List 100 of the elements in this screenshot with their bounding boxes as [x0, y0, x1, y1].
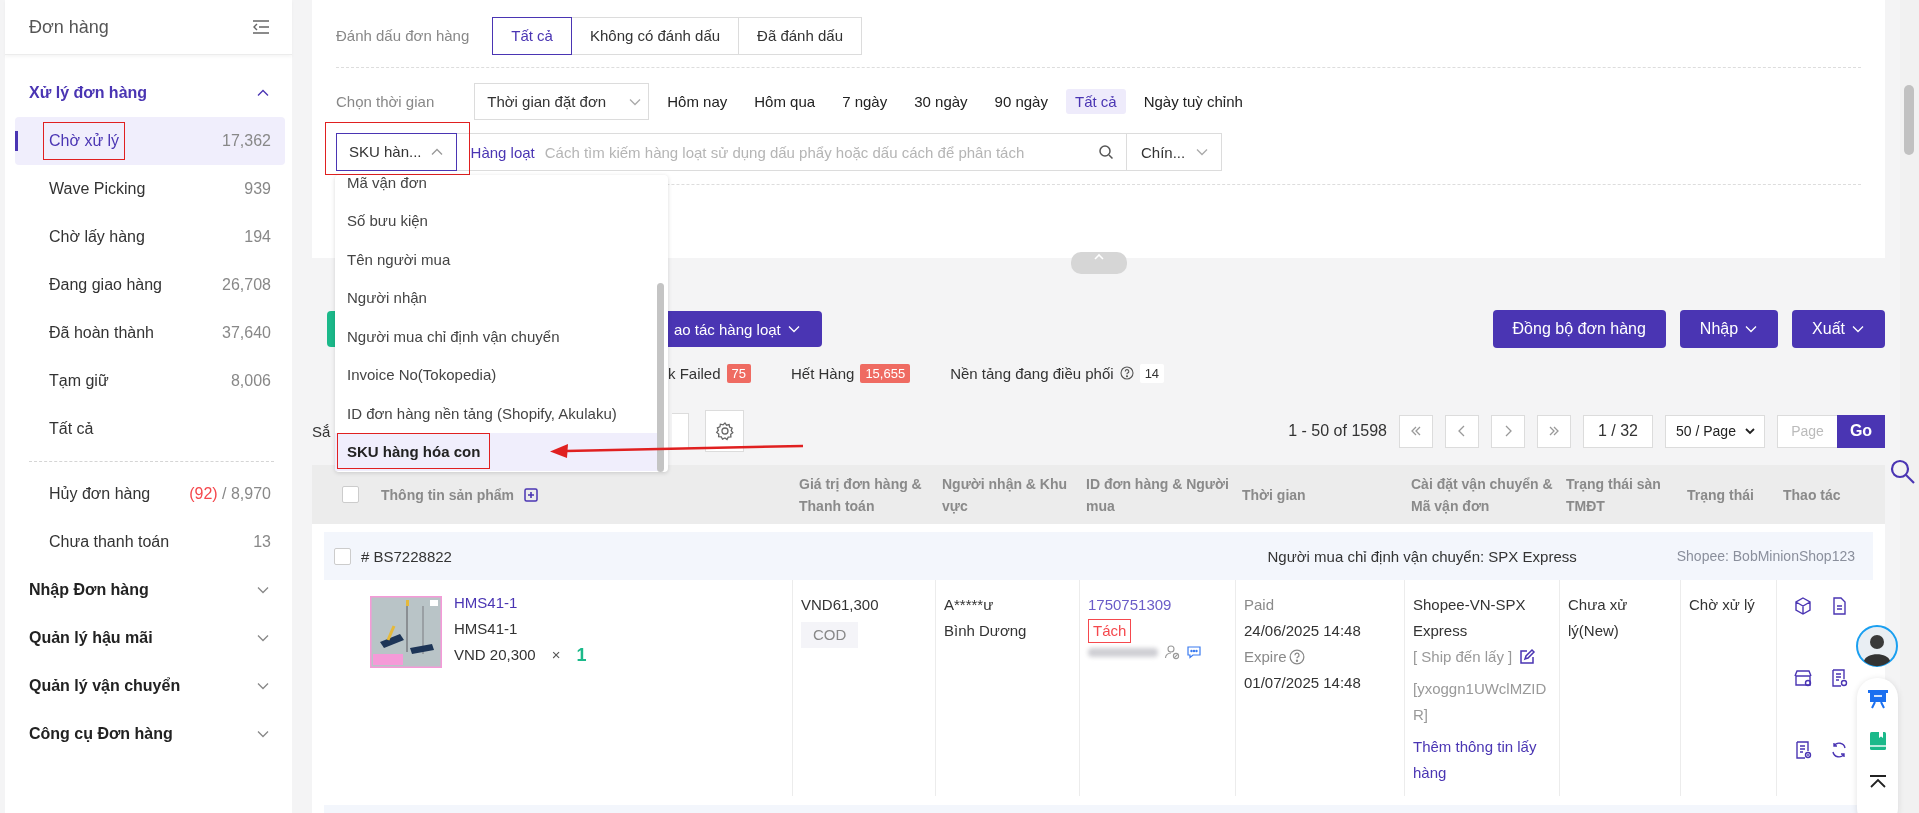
sidebar-item[interactable]: Chờ lấy hàng 194 — [15, 213, 285, 261]
column-header: Giá trị đơn hàng & Thanh toán — [799, 475, 922, 514]
toolbar-button[interactable]: Nhập — [1679, 310, 1779, 348]
column-header: Cài đặt vận chuyển & Mã vận đơn — [1411, 475, 1553, 514]
date-preset[interactable]: Ngày tuỳ chỉnh — [1134, 89, 1252, 114]
segment-button[interactable]: Không có đánh dấu — [570, 16, 740, 55]
order-checkbox[interactable] — [334, 547, 351, 565]
count-badge: 75 — [726, 363, 751, 383]
shop-name: Shopee: BobMinionShop123 — [1676, 548, 1855, 564]
list-document-icon[interactable] — [1829, 668, 1849, 688]
sidebar-item[interactable]: Tạm giữ 8,006 — [15, 357, 285, 405]
collapse-sidebar-icon[interactable] — [252, 19, 270, 35]
page-field[interactable]: Page — [1777, 414, 1837, 448]
support-avatar[interactable] — [1856, 625, 1898, 667]
search-icon[interactable] — [1098, 144, 1114, 160]
item-count: 194 — [244, 228, 271, 245]
item-count: 939 — [244, 180, 271, 197]
sidebar-item[interactable]: Đang giao hàng 26,708 — [15, 261, 285, 309]
recipient-name: A*****ư — [944, 595, 995, 615]
order-status: Chờ xử lý — [1689, 595, 1756, 615]
add-pickup-link[interactable]: Thêm thông tin lấy hàng — [1413, 734, 1551, 786]
dropdown-item[interactable]: Mã vận đơn — [335, 175, 658, 202]
toolbar-button[interactable]: Xuất — [1792, 310, 1885, 348]
sidebar-group[interactable]: Xử lý đơn hàng — [5, 69, 292, 117]
dropdown-item[interactable]: Tên người mua — [335, 240, 658, 279]
recipient-region: Bình Dương — [944, 621, 1028, 641]
date-preset[interactable]: Hôm qua — [745, 89, 825, 114]
dropdown-item[interactable]: SKU hàng hóa con — [335, 432, 658, 471]
tracking-number: [yxoggn1UWclMZIDR] — [1413, 679, 1548, 725]
sidebar-item[interactable]: Đã hoàn thành 37,640 — [15, 309, 285, 357]
match-select[interactable]: Chín... — [1126, 134, 1221, 170]
count-badge: 14 — [1139, 363, 1165, 383]
chevron-down-icon — [1744, 425, 1756, 437]
dropdown-item[interactable]: Invoice No(Tokopedia) — [335, 355, 658, 394]
store-icon[interactable] — [1793, 668, 1813, 688]
sidebar-group[interactable]: Công cụ Đơn hàng — [5, 710, 292, 758]
batch-search-link[interactable]: Hàng loạt — [470, 143, 535, 161]
quantity: 1 — [576, 644, 587, 667]
item-count: / 8,970 — [222, 485, 271, 502]
settings-button[interactable] — [705, 410, 745, 452]
order-total: VND61,300 — [801, 595, 880, 615]
item-count: 8,006 — [230, 372, 271, 389]
sidebar-group[interactable]: Quản lý vận chuyển — [5, 662, 292, 710]
time-type-select[interactable]: Thời gian đặt đơn — [474, 83, 650, 120]
sidebar-group[interactable]: Nhập Đơn hàng — [5, 566, 292, 614]
expand-plus-icon[interactable] — [524, 487, 538, 502]
search-icon[interactable] — [1889, 458, 1917, 486]
paid-time: 24/06/2025 14:48 — [1244, 621, 1362, 641]
date-preset[interactable]: 30 ngày — [905, 89, 977, 114]
order-number: # BS7228822 — [361, 547, 452, 565]
double-chevron-icon — [1409, 424, 1423, 438]
report-icon[interactable] — [1793, 740, 1813, 760]
sidebar-group[interactable]: Quản lý hậu mãi — [5, 614, 292, 662]
redacted-text — [1088, 647, 1158, 657]
platform-status: Chưa xử lý(New) — [1568, 595, 1629, 641]
sidebar-title: Đơn hàng — [29, 16, 109, 38]
edit-icon[interactable] — [1518, 648, 1537, 666]
toolbar-button[interactable]: Đồng bộ đơn hàng — [1492, 310, 1666, 348]
go-button[interactable]: Go — [1837, 414, 1885, 448]
user-icon[interactable] — [1164, 644, 1180, 660]
carrier-name: Shopee-VN-SPX Express — [1413, 595, 1527, 641]
product-sku: HMS41-1 — [454, 619, 519, 639]
item-count: 17,362 — [222, 132, 271, 149]
page-indicator: 1 / 32 — [1583, 414, 1653, 448]
chevron-up-icon — [1092, 252, 1106, 262]
page-size-select[interactable]: 50 / Page — [1665, 414, 1765, 448]
sidebar-item[interactable]: Wave Picking 939 — [15, 165, 285, 213]
item-count: 37,640 — [222, 324, 271, 341]
date-preset[interactable]: 7 ngày — [833, 89, 897, 114]
sidebar-item[interactable]: Chưa thanh toán 13 — [15, 518, 285, 566]
help-icon — [1119, 366, 1134, 380]
presentation-icon[interactable] — [1866, 688, 1889, 710]
scrollbar[interactable] — [1900, 0, 1919, 813]
multiply-sign: × — [551, 645, 561, 665]
status-tab[interactable]: k Failed 75 — [668, 363, 751, 383]
date-preset[interactable]: 90 ngày — [985, 89, 1057, 114]
product-link[interactable]: HMS41-1 — [454, 590, 587, 616]
dropdown-item[interactable]: ID đơn hàng nền tảng (Shopify, Akulaku) — [335, 394, 658, 433]
segment-button[interactable]: Tất cả — [492, 16, 572, 55]
platform-order-id[interactable]: 1750751309 — [1088, 592, 1227, 618]
column-header: Trạng thái sàn TMĐT — [1566, 475, 1661, 514]
settings-icon — [714, 421, 735, 441]
status-tab[interactable]: Nền tảng đang điều phối 14 — [950, 363, 1165, 383]
column-header: Người nhận & Khu vực — [942, 475, 1068, 514]
date-preset[interactable]: Hôm nay — [658, 89, 737, 114]
sidebar-item[interactable]: Tất cả — [15, 405, 285, 453]
refresh-icon[interactable] — [1829, 740, 1849, 760]
double-chevron-icon — [1547, 424, 1561, 438]
sidebar-item[interactable]: Chờ xử lý 17,362 — [15, 117, 285, 165]
box-icon[interactable] — [1793, 596, 1813, 616]
search-field-select[interactable]: SKU hàn... — [336, 132, 457, 171]
status-tab[interactable]: Hết Hàng 15,655 — [791, 363, 911, 383]
scrollbar[interactable] — [657, 283, 664, 472]
sidebar-item[interactable]: Hủy đơn hàng (92) / 8,970 — [15, 470, 285, 518]
scrollbar-thumb[interactable] — [1904, 85, 1914, 155]
date-preset[interactable]: Tất cả — [1065, 89, 1126, 114]
segment-button[interactable]: Đã đánh dấu — [738, 16, 862, 55]
select-all-checkbox[interactable] — [342, 486, 359, 503]
chat-icon[interactable] — [1186, 644, 1202, 660]
dropdown-item[interactable]: Số bưu kiện — [335, 201, 658, 240]
